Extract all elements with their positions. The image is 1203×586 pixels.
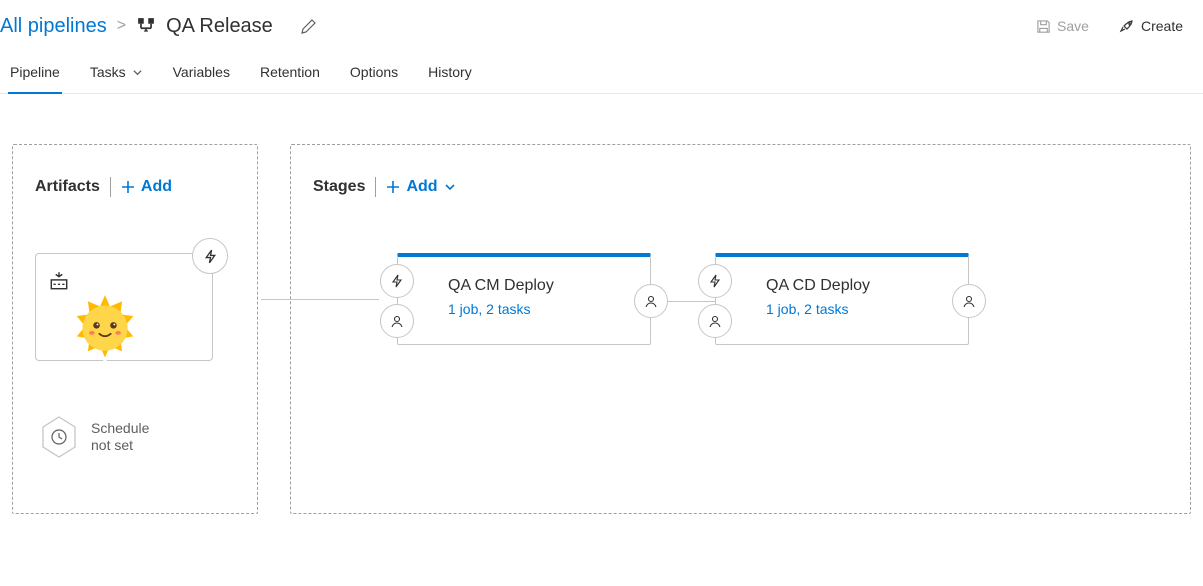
tab-pipeline[interactable]: Pipeline: [8, 54, 62, 94]
breadcrumb-separator-icon: >: [117, 17, 126, 35]
stage-predeploy-conditions-button[interactable]: [698, 264, 732, 298]
lightning-icon: [390, 274, 404, 288]
chevron-down-icon: [132, 67, 143, 78]
stage-card[interactable]: QA CD Deploy 1 job, 2 tasks: [715, 253, 969, 345]
breadcrumb: All pipelines > QA Release Save Create: [0, 0, 1203, 54]
stage-predeploy-approvals-button[interactable]: [698, 304, 732, 338]
tab-options[interactable]: Options: [348, 54, 400, 94]
stages-row: QA CM Deploy 1 job, 2 tasks QA CD Deploy…: [313, 253, 1168, 345]
tab-history[interactable]: History: [426, 54, 474, 94]
add-artifact-label: Add: [141, 178, 172, 196]
person-icon: [962, 294, 976, 308]
stages-title: Stages: [313, 178, 365, 196]
chevron-down-icon: [444, 181, 456, 193]
plus-icon: [121, 180, 135, 194]
stages-panel: Stages Add QA CM Deploy 1 job, 2 tasks: [290, 144, 1191, 514]
rocket-icon: [1119, 18, 1135, 34]
artifact-trigger-button[interactable]: [192, 238, 228, 274]
schedule-label: Schedule not set: [91, 420, 149, 455]
artifacts-header: Artifacts Add: [35, 177, 235, 197]
artifact-card[interactable]: [35, 253, 213, 361]
stages-header: Stages Add: [313, 177, 1168, 197]
schedule-icon: [39, 415, 79, 459]
save-button[interactable]: Save: [1026, 12, 1099, 40]
tab-variables[interactable]: Variables: [171, 54, 232, 94]
create-label: Create: [1141, 18, 1183, 34]
lightning-icon: [203, 249, 218, 264]
artifacts-title: Artifacts: [35, 178, 100, 196]
stage-name: QA CD Deploy: [766, 277, 938, 295]
add-stage-label: Add: [406, 178, 437, 196]
build-artifact-icon: [48, 270, 200, 295]
connector-line: [261, 299, 379, 300]
lightning-icon: [708, 274, 722, 288]
divider: [375, 177, 376, 197]
create-release-button[interactable]: Create: [1109, 12, 1193, 40]
tab-tasks[interactable]: Tasks: [88, 54, 145, 94]
stage-postdeploy-button[interactable]: [634, 284, 668, 318]
person-icon: [390, 314, 404, 328]
plus-icon: [386, 180, 400, 194]
person-icon: [644, 294, 658, 308]
pipeline-type-icon: [136, 16, 156, 36]
edit-title-button[interactable]: [301, 18, 317, 34]
add-artifact-button[interactable]: Add: [121, 178, 172, 196]
artifacts-panel: Artifacts Add: [12, 144, 258, 514]
breadcrumb-all-pipelines-link[interactable]: All pipelines: [0, 15, 107, 38]
pipeline-canvas: Artifacts Add: [0, 94, 1203, 564]
stage-name: QA CM Deploy: [448, 277, 620, 295]
divider: [110, 177, 111, 197]
stage-predeploy-approvals-button[interactable]: [380, 304, 414, 338]
add-stage-button[interactable]: Add: [386, 178, 455, 196]
stage-card[interactable]: QA CM Deploy 1 job, 2 tasks: [397, 253, 651, 345]
save-label: Save: [1057, 18, 1089, 34]
schedule-row[interactable]: Schedule not set: [35, 415, 235, 459]
page-title: QA Release: [166, 15, 273, 38]
stage-predeploy-conditions-button[interactable]: [380, 264, 414, 298]
person-icon: [708, 314, 722, 328]
stage-summary-link[interactable]: 1 job, 2 tasks: [448, 301, 620, 317]
save-icon: [1036, 19, 1051, 34]
stage-summary-link[interactable]: 1 job, 2 tasks: [766, 301, 938, 317]
stage-postdeploy-button[interactable]: [952, 284, 986, 318]
tab-retention[interactable]: Retention: [258, 54, 322, 94]
sun-sticker-icon: [58, 284, 152, 378]
tabs: Pipeline Tasks Variables Retention Optio…: [0, 54, 1203, 94]
